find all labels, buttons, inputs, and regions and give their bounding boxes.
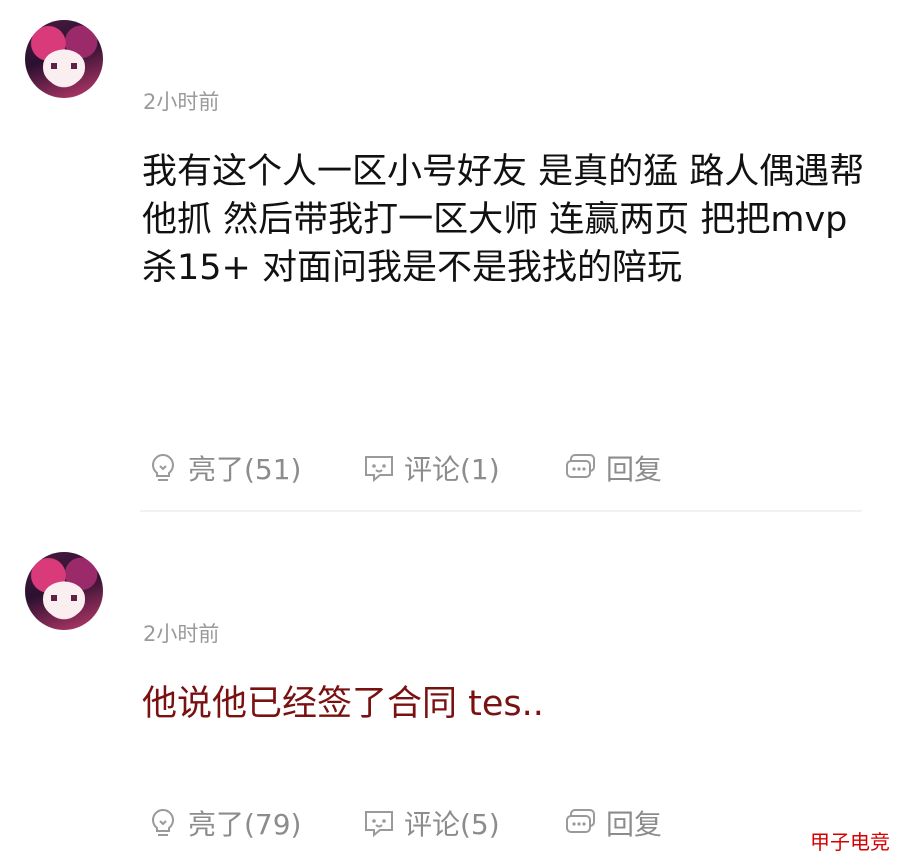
comment-count: 评论(1) bbox=[404, 453, 500, 486]
reply-button[interactable]: 回复 bbox=[564, 448, 662, 488]
comment-button[interactable]: 评论(1) bbox=[362, 448, 500, 488]
watermark: 甲子电竞 bbox=[810, 830, 890, 854]
reply-label: 回复 bbox=[606, 453, 663, 486]
divider bbox=[140, 510, 862, 512]
comment-item: 2小时前 我有这个人一区小号好友 是真的猛 路人偶遇帮他抓 然后带我打一区大师 … bbox=[0, 0, 902, 512]
reply-button[interactable]: 回复 bbox=[564, 803, 662, 843]
like-button[interactable]: 亮了(79) bbox=[146, 803, 301, 843]
like-button[interactable]: 亮了(51) bbox=[146, 448, 301, 488]
comment-actions: 亮了(79) 评论(5) 回复 bbox=[146, 803, 706, 843]
comment-text: 我有这个人一区小号好友 是真的猛 路人偶遇帮他抓 然后带我打一区大师 连赢两页 … bbox=[142, 152, 865, 288]
comment-bubble-icon bbox=[365, 456, 393, 483]
lightbulb-icon bbox=[152, 453, 174, 481]
comment-time: 2小时前 bbox=[143, 622, 220, 646]
reply-bubbles-icon bbox=[566, 809, 595, 833]
comment-count: 评论(5) bbox=[404, 808, 500, 841]
like-count: 亮了(79) bbox=[188, 808, 302, 841]
comment-button[interactable]: 评论(5) bbox=[362, 803, 500, 843]
comment-text: 他说他已经签了合同 tes.. bbox=[142, 684, 544, 724]
lightbulb-icon bbox=[152, 808, 174, 836]
avatar[interactable] bbox=[25, 20, 103, 98]
comment-time: 2小时前 bbox=[143, 90, 220, 114]
comment-item: 2小时前 他说他已经签了合同 tes.. 亮了(79) 评论(5) 回复 bbox=[0, 530, 902, 867]
avatar[interactable] bbox=[25, 552, 103, 630]
reply-label: 回复 bbox=[606, 808, 663, 841]
comment-bubble-icon bbox=[365, 811, 393, 838]
like-count: 亮了(51) bbox=[188, 453, 302, 486]
reply-bubbles-icon bbox=[566, 454, 595, 478]
comment-actions: 亮了(51) 评论(1) 回复 bbox=[146, 448, 706, 488]
